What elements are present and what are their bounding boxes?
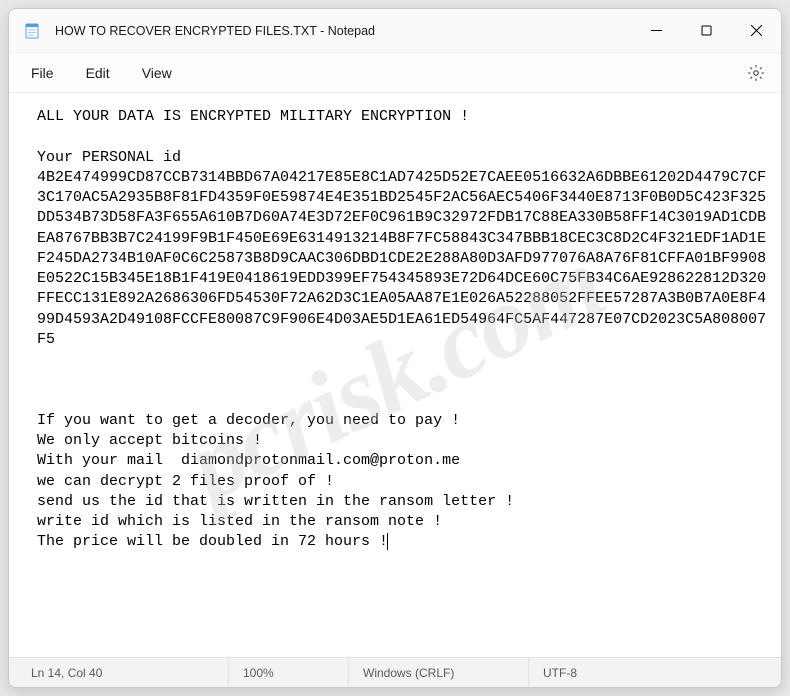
text-line: write id which is listed in the ransom n… (37, 513, 442, 530)
status-zoom[interactable]: 100% (229, 658, 349, 687)
close-button[interactable] (731, 9, 781, 52)
titlebar: HOW TO RECOVER ENCRYPTED FILES.TXT - Not… (9, 9, 781, 53)
text-line: With your mail diamondprotonmail.com@pro… (37, 452, 460, 469)
text-line: The price will be doubled in 72 hours ! (37, 533, 388, 550)
menu-edit[interactable]: Edit (70, 59, 126, 87)
text-line: If you want to get a decoder, you need t… (37, 412, 460, 429)
menu-file[interactable]: File (15, 59, 70, 87)
status-line-ending: Windows (CRLF) (349, 658, 529, 687)
menubar: File Edit View (9, 53, 781, 93)
text-line: send us the id that is written in the ra… (37, 493, 514, 510)
menu-view[interactable]: View (126, 59, 188, 87)
window-title: HOW TO RECOVER ENCRYPTED FILES.TXT - Not… (55, 24, 631, 38)
notepad-app-icon (23, 22, 41, 40)
text-caret (387, 533, 388, 550)
personal-id-block: 4B2E474999CD87CCB7314BBD67A04217E85E8C1A… (37, 169, 766, 348)
text-line: We only accept bitcoins ! (37, 432, 262, 449)
status-cursor-position: Ln 14, Col 40 (9, 658, 229, 687)
statusbar: Ln 14, Col 40 100% Windows (CRLF) UTF-8 (9, 657, 781, 687)
text-line: Your PERSONAL id (37, 149, 181, 166)
text-line: ALL YOUR DATA IS ENCRYPTED MILITARY ENCR… (37, 108, 469, 125)
notepad-window: HOW TO RECOVER ENCRYPTED FILES.TXT - Not… (8, 8, 782, 688)
window-controls (631, 9, 781, 52)
text-line: we can decrypt 2 files proof of ! (37, 473, 334, 490)
status-encoding: UTF-8 (529, 658, 781, 687)
maximize-button[interactable] (681, 9, 731, 52)
text-editor-content[interactable]: ALL YOUR DATA IS ENCRYPTED MILITARY ENCR… (9, 93, 781, 657)
settings-button[interactable] (741, 58, 771, 88)
minimize-button[interactable] (631, 9, 681, 52)
